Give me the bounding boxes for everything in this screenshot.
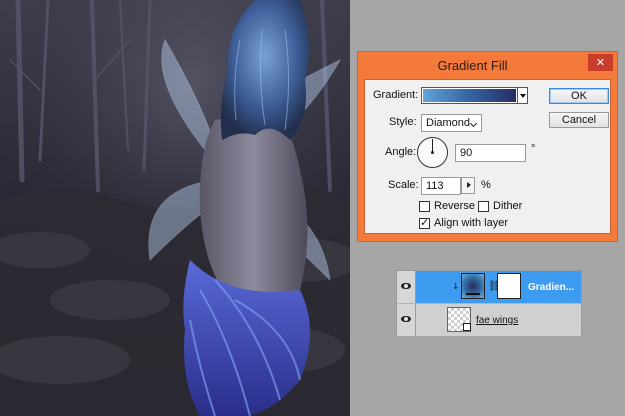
gradient-fill-dialog: Gradient Fill ✕ Gradient: OK Cancel Styl… — [357, 51, 618, 242]
align-with-layer-label[interactable]: Align with layer — [434, 217, 508, 229]
gradient-picker-dropdown[interactable] — [518, 87, 528, 104]
layers-panel: ↓ ⛓ Gradien... fae wings — [396, 270, 582, 336]
dialog-body: Gradient: OK Cancel Style: Diamond Angle… — [364, 79, 611, 234]
close-button[interactable]: ✕ — [588, 54, 613, 71]
dither-label[interactable]: Dither — [493, 200, 522, 212]
layer-mask-thumbnail[interactable] — [497, 273, 521, 299]
scale-unit: % — [481, 179, 491, 191]
angle-dial[interactable] — [417, 137, 448, 168]
angle-label: Angle: — [385, 146, 417, 158]
gradient-label: Gradient: — [373, 89, 419, 101]
dither-checkbox[interactable] — [478, 201, 489, 212]
smart-object-icon — [463, 323, 471, 331]
angle-unit: ° — [531, 143, 536, 155]
clip-arrow-icon: ↓ — [452, 282, 460, 292]
document-canvas[interactable] — [0, 0, 350, 416]
close-icon: ✕ — [595, 56, 606, 69]
scale-input-value: 113 — [426, 180, 444, 192]
triangle-right-icon — [467, 182, 471, 188]
align-with-layer-checkbox[interactable] — [419, 216, 430, 229]
reverse-label[interactable]: Reverse — [434, 200, 475, 212]
visibility-toggle[interactable] — [397, 271, 416, 303]
scale-label: Scale: — [388, 179, 419, 191]
chevron-down-icon — [520, 94, 526, 98]
style-select-value: Diamond — [426, 117, 471, 129]
ok-button[interactable]: OK — [549, 88, 609, 104]
dialog-titlebar[interactable]: Gradient Fill ✕ — [358, 52, 617, 79]
layer-thumbnail-gradient[interactable] — [461, 273, 485, 299]
dialog-title: Gradient Fill — [437, 58, 508, 73]
style-label: Style: — [389, 116, 417, 128]
eye-icon — [401, 316, 411, 322]
layer-row-gradient-fill[interactable]: ↓ ⛓ Gradien... — [397, 271, 581, 303]
scale-input[interactable]: 113 — [421, 177, 461, 195]
layer-row-fae-wings[interactable]: fae wings — [397, 303, 581, 336]
eye-icon — [401, 283, 411, 289]
style-select[interactable]: Diamond — [421, 114, 482, 132]
cancel-button[interactable]: Cancel — [549, 112, 609, 128]
scale-slider-toggle[interactable] — [461, 177, 475, 194]
fairy-artwork — [0, 0, 350, 416]
chevron-down-icon — [469, 119, 478, 128]
layer-name[interactable]: Gradien... — [528, 282, 574, 293]
visibility-toggle[interactable] — [397, 304, 416, 336]
gradient-preview[interactable] — [421, 87, 518, 104]
angle-input[interactable]: 90 — [455, 144, 526, 162]
angle-dial-pivot — [431, 151, 434, 154]
layer-name[interactable]: fae wings — [476, 315, 518, 326]
angle-input-value: 90 — [460, 147, 473, 159]
reverse-checkbox[interactable] — [419, 201, 430, 212]
